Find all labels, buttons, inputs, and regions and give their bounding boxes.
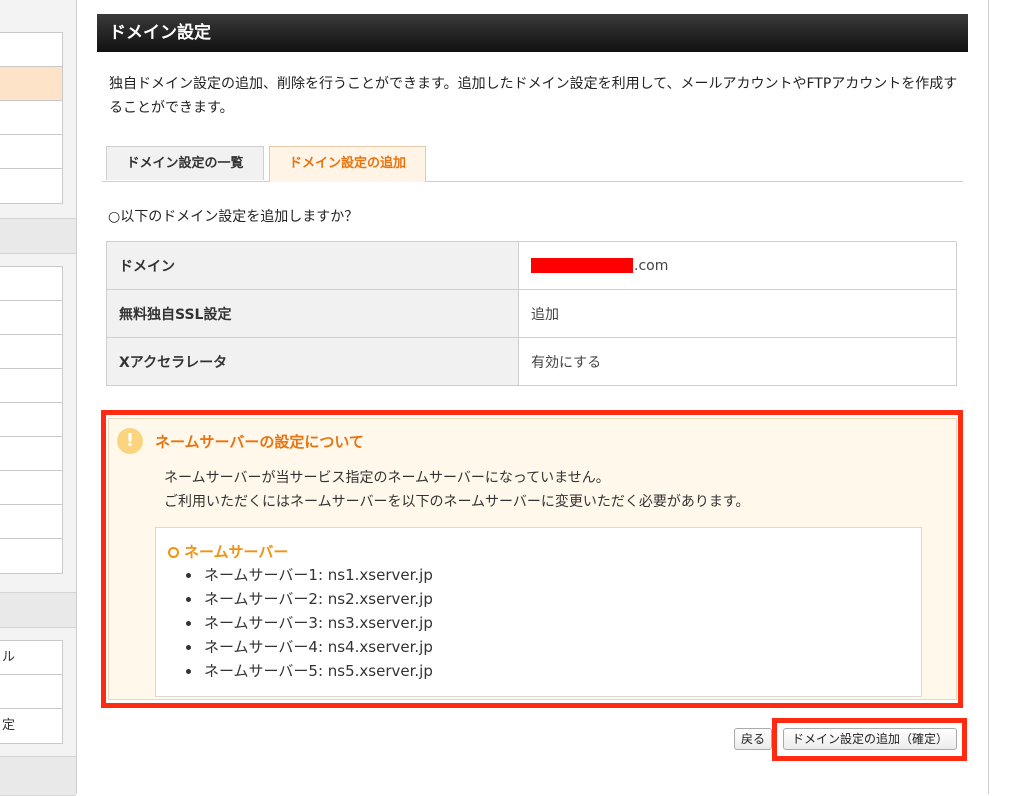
list-item: ネームサーバー5: ns5.xserver.jp: [202, 659, 433, 683]
sidebar-item[interactable]: [0, 403, 62, 437]
row-label-accelerator: Xアクセラレータ: [106, 337, 519, 386]
list-item: ネームサーバー4: ns4.xserver.jp: [202, 635, 433, 659]
sidebar-item[interactable]: [0, 539, 62, 573]
domain-suffix: .com: [634, 257, 669, 274]
sidebar-section-header: [0, 592, 76, 628]
nameserver-list: ネームサーバー1: ns1.xserver.jp ネームサーバー2: ns2.x…: [182, 563, 433, 683]
sidebar-item[interactable]: [0, 675, 62, 709]
sidebar-item[interactable]: ル: [0, 641, 62, 675]
nameserver-heading: ネームサーバー: [168, 541, 288, 562]
sidebar-item-active[interactable]: [0, 67, 62, 101]
tab-domain-add[interactable]: ドメイン設定の追加: [269, 146, 426, 182]
table-row: 無料独自SSL設定 追加: [106, 289, 957, 338]
row-value-domain: .com: [518, 241, 957, 290]
sidebar-item[interactable]: [0, 135, 62, 169]
intro-text: 独自ドメイン設定の追加、削除を行うことができます。追加したドメイン設定を利用して…: [109, 76, 958, 116]
tab-domain-list[interactable]: ドメイン設定の一覧: [106, 146, 264, 180]
notice-text: ネームサーバーが当サービス指定のネームサーバーになっていません。 ご利用いただく…: [164, 466, 749, 514]
row-label-ssl: 無料独自SSL設定: [106, 289, 519, 338]
row-value-ssl: 追加: [518, 289, 957, 338]
sidebar-section-header: [0, 756, 76, 796]
sidebar-item[interactable]: 定: [0, 709, 62, 743]
confirm-table: ドメイン .com 無料独自SSL設定 追加 Xアクセラレータ 有効にする: [106, 241, 957, 386]
sidebar-menu-1: [0, 32, 63, 204]
sidebar-item[interactable]: [0, 267, 62, 301]
table-row: ドメイン .com: [106, 241, 957, 290]
sidebar-item[interactable]: [0, 369, 62, 403]
sidebar-item[interactable]: [0, 169, 62, 203]
sidebar-menu-2: [0, 266, 63, 574]
sidebar-menu-3: ル 定: [0, 640, 63, 744]
sidebar-item[interactable]: [0, 301, 62, 335]
page-title: ドメイン設定: [97, 14, 968, 52]
tab-bar: ドメイン設定の一覧 ドメイン設定の追加: [102, 146, 963, 182]
sidebar-item[interactable]: [0, 335, 62, 369]
list-item: ネームサーバー1: ns1.xserver.jp: [202, 563, 433, 587]
warning-icon: !: [117, 428, 143, 454]
nameserver-heading-label: ネームサーバー: [184, 543, 289, 561]
confirm-add-domain-button[interactable]: ドメイン設定の追加（確定）: [783, 728, 957, 750]
row-value-accelerator: 有効にする: [518, 337, 957, 386]
back-button[interactable]: 戻る: [734, 728, 772, 750]
sidebar-section-header: [0, 218, 76, 254]
notice-line: ご利用いただくにはネームサーバーを以下のネームサーバーに変更いただく必要がありま…: [164, 494, 750, 510]
row-label-domain: ドメイン: [106, 241, 519, 290]
sidebar-item[interactable]: [0, 471, 62, 505]
notice-title: ネームサーバーの設定について: [155, 433, 364, 451]
list-item: ネームサーバー2: ns2.xserver.jp: [202, 587, 433, 611]
sidebar-item[interactable]: [0, 101, 62, 135]
list-item: ネームサーバー3: ns3.xserver.jp: [202, 611, 433, 635]
notice-line: ネームサーバーが当サービス指定のネームサーバーになっていません。: [164, 470, 610, 486]
sidebar: ル 定: [0, 0, 77, 796]
confirm-question: ○以下のドメイン設定を追加しますか？: [108, 209, 359, 225]
table-row: Xアクセラレータ 有効にする: [106, 337, 957, 386]
sidebar-item[interactable]: [0, 437, 62, 471]
redaction-bar: [531, 258, 633, 273]
right-divider: [988, 0, 989, 794]
sidebar-item[interactable]: [0, 33, 62, 67]
sidebar-item[interactable]: [0, 505, 62, 539]
circle-bullet-icon: [168, 547, 179, 558]
